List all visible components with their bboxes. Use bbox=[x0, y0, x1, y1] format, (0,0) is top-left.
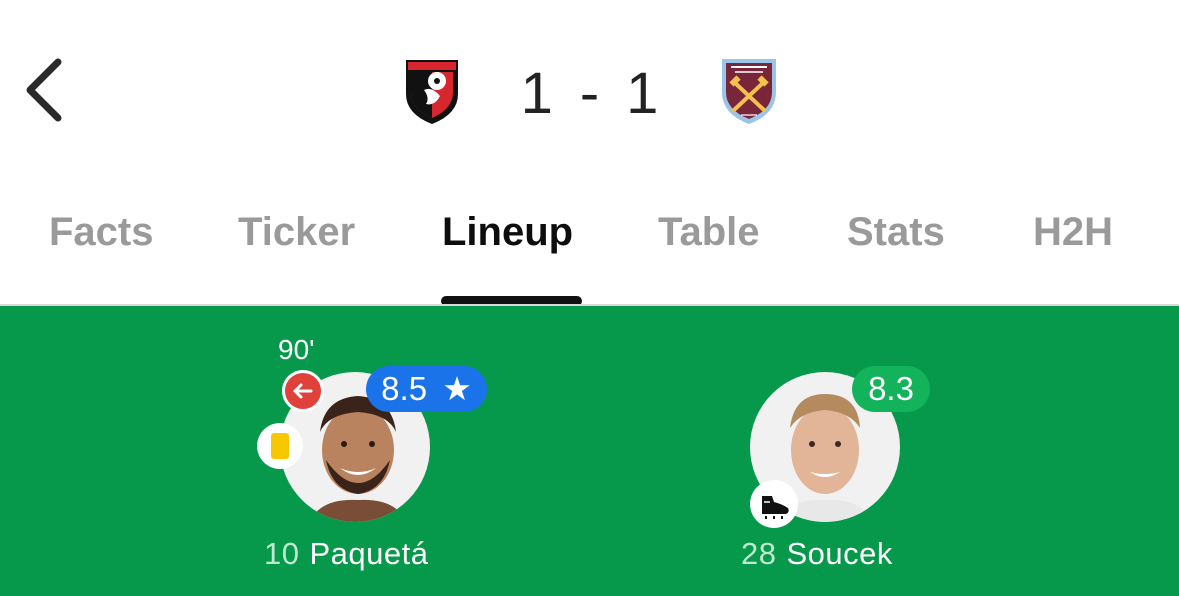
home-score: 1 bbox=[520, 60, 554, 126]
goal-boot-icon bbox=[750, 480, 798, 528]
player-rating-badge: 8.5 ★ bbox=[366, 366, 487, 412]
tab-ticker[interactable]: Ticker bbox=[238, 200, 355, 264]
player-label: 10 Paquetá bbox=[264, 536, 428, 572]
player-number: 28 bbox=[741, 536, 777, 571]
back-button[interactable] bbox=[18, 52, 78, 128]
match-tabs: Facts Ticker Lineup Table Stats H2H bbox=[0, 200, 1179, 270]
score-separator: - bbox=[579, 60, 601, 126]
player-rating: 8.5 bbox=[381, 370, 428, 407]
tab-lineup[interactable]: Lineup bbox=[442, 200, 573, 264]
star-icon: ★ bbox=[442, 370, 472, 407]
player-rating-badge: 8.3 bbox=[852, 366, 930, 412]
player-name: Soucek bbox=[786, 536, 893, 571]
substituted-off-icon bbox=[282, 370, 324, 412]
match-header: 1 - 1 Facts Ticker Lineup Table Stats H2… bbox=[0, 0, 1179, 306]
away-score: 1 bbox=[626, 60, 660, 126]
yellow-card-icon bbox=[257, 423, 303, 469]
substitution-time: 90' bbox=[278, 334, 315, 365]
afc-bournemouth-crest-icon bbox=[406, 60, 458, 124]
tab-h2h[interactable]: H2H bbox=[1033, 200, 1113, 264]
away-team-crest[interactable] bbox=[719, 56, 779, 126]
tab-stats[interactable]: Stats bbox=[847, 200, 945, 264]
player-name: Paquetá bbox=[309, 536, 429, 571]
west-ham-united-crest-icon bbox=[722, 59, 776, 124]
player-rating: 8.3 bbox=[868, 370, 914, 407]
tab-facts[interactable]: Facts bbox=[49, 200, 154, 264]
tab-table[interactable]: Table bbox=[658, 200, 760, 264]
chevron-left-icon bbox=[26, 58, 62, 122]
player-number: 10 bbox=[264, 536, 300, 571]
lineup-pitch: 90' 8.5 ★ 10 Paquetá 8.3 28 Soucek bbox=[0, 306, 1179, 596]
player-label: 28 Soucek bbox=[741, 536, 893, 572]
home-team-crest[interactable] bbox=[402, 56, 462, 126]
match-score: 1 - 1 bbox=[470, 58, 710, 128]
